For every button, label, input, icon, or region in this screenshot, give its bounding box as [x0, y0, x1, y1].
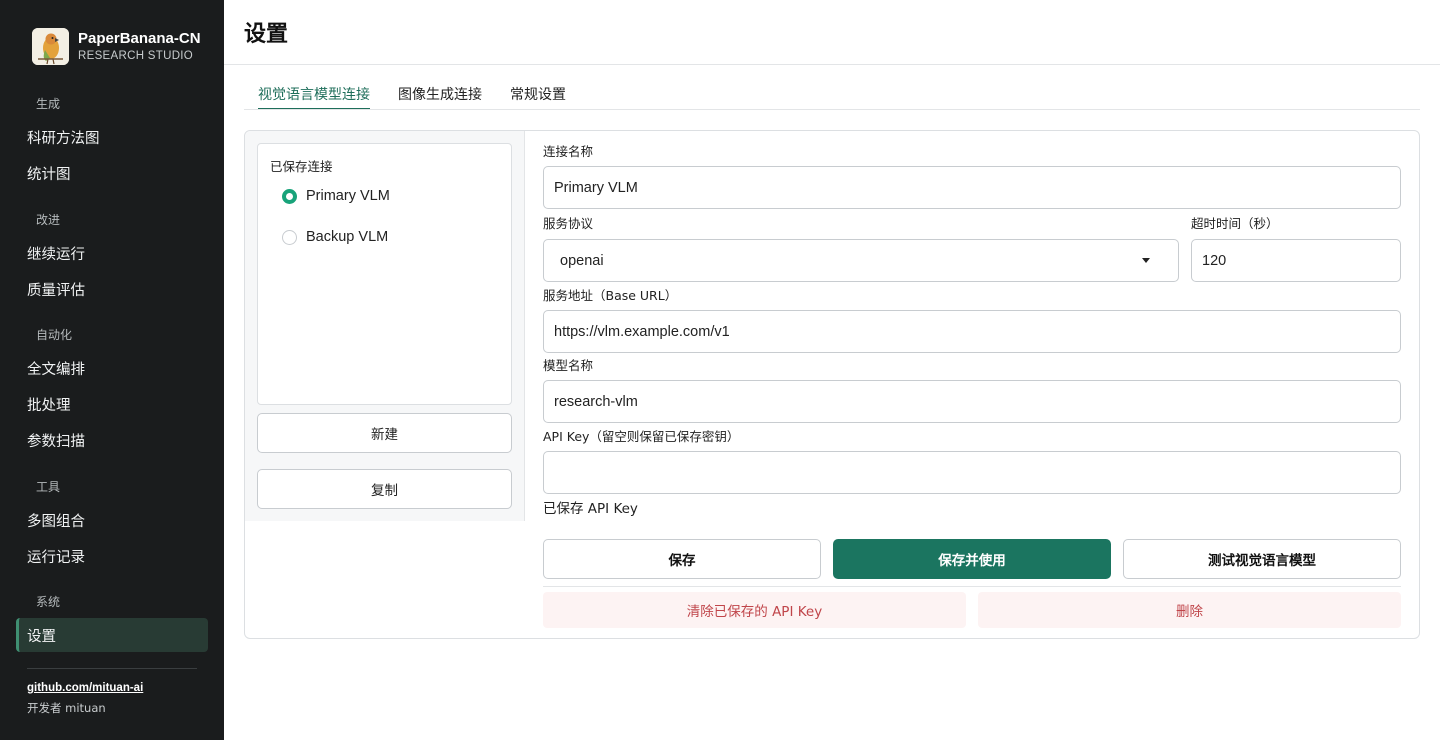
sidebar-item-multi-figure[interactable]: 多图组合 [16, 503, 208, 537]
nav-section-system: 系统 [36, 595, 61, 609]
test-vlm-button[interactable]: 测试视觉语言模型 [1123, 539, 1401, 579]
page-title: 设置 [244, 22, 289, 47]
radio-selected-icon[interactable] [282, 188, 297, 204]
base-url-label: 服务地址（Base URL） [543, 288, 678, 303]
brand-subtitle: RESEARCH STUDIO [78, 49, 194, 62]
sidebar-item-param-sweep[interactable]: 参数扫描 [16, 423, 208, 457]
protocol-selected-value: openai [560, 252, 604, 269]
sidebar-item-quality-eval[interactable]: 质量评估 [16, 272, 208, 306]
nav-section-automation: 自动化 [36, 328, 73, 342]
brand-title: PaperBanana-CN [78, 29, 201, 47]
saved-connections-column: 已保存连接 Primary VLM Backup VLM 新建 复制 [245, 131, 525, 521]
nav-section-improve: 改进 [36, 213, 61, 227]
header-divider [224, 64, 1440, 65]
sidebar-item-full-layout[interactable]: 全文编排 [16, 351, 208, 385]
timeout-label: 超时时间（秒） [1191, 216, 1279, 231]
saved-connections-list: 已保存连接 Primary VLM Backup VLM [257, 143, 512, 405]
protocol-select[interactable]: openai [543, 239, 1179, 282]
copy-connection-button[interactable]: 复制 [257, 469, 512, 509]
model-name-label: 模型名称 [543, 358, 594, 373]
radio-unselected-icon[interactable] [282, 229, 297, 245]
connection-option-backup[interactable]: Backup VLM [282, 229, 388, 245]
tab-image-generation-connection[interactable]: 图像生成连接 [398, 84, 482, 110]
settings-panel: 已保存连接 Primary VLM Backup VLM 新建 复制 连接名称 … [244, 130, 1420, 639]
tab-vlm-connection[interactable]: 视觉语言模型连接 [258, 84, 370, 110]
sidebar-item-run-log[interactable]: 运行记录 [16, 539, 208, 573]
sidebar: PaperBanana-CN RESEARCH STUDIO 生成 科研方法图 … [0, 0, 224, 740]
timeout-field[interactable]: 120 [1191, 239, 1401, 282]
save-and-use-button[interactable]: 保存并使用 [833, 539, 1111, 579]
saved-api-key-note: 已保存 API Key [543, 501, 638, 517]
sidebar-item-continue-run[interactable]: 继续运行 [16, 236, 208, 270]
connection-option-label: Primary VLM [306, 188, 390, 204]
developer-credit: 开发者 mituan [27, 701, 106, 715]
actions-divider [543, 586, 1401, 587]
nav-section-tools: 工具 [36, 480, 61, 494]
sidebar-item-settings[interactable]: 设置 [16, 618, 208, 652]
saved-connections-title: 已保存连接 [270, 159, 333, 174]
sidebar-item-statistical-chart[interactable]: 统计图 [16, 156, 208, 190]
github-link[interactable]: github.com/mituan-ai [27, 682, 143, 694]
clear-api-key-button[interactable]: 清除已保存的 API Key [543, 592, 966, 628]
protocol-label: 服务协议 [543, 216, 594, 231]
api-key-label: API Key（留空则保留已保存密钥） [543, 429, 740, 444]
brand: PaperBanana-CN RESEARCH STUDIO [32, 28, 201, 65]
connection-name-field[interactable]: Primary VLM [543, 166, 1401, 209]
new-connection-button[interactable]: 新建 [257, 413, 512, 453]
save-button[interactable]: 保存 [543, 539, 821, 579]
sidebar-item-method-figure[interactable]: 科研方法图 [16, 120, 208, 154]
model-name-field[interactable]: research-vlm [543, 380, 1401, 423]
sidebar-item-batch[interactable]: 批处理 [16, 387, 208, 421]
tab-general-settings[interactable]: 常规设置 [510, 84, 566, 110]
connection-option-label: Backup VLM [306, 229, 389, 245]
parrot-logo-icon [32, 28, 69, 65]
base-url-field[interactable]: https://vlm.example.com/v1 [543, 310, 1401, 353]
nav-section-generate: 生成 [36, 97, 61, 111]
api-key-field[interactable] [543, 451, 1401, 494]
tabs-divider [244, 109, 1420, 110]
connection-name-label: 连接名称 [543, 144, 594, 159]
sidebar-divider [27, 668, 197, 669]
connection-option-primary[interactable]: Primary VLM [282, 188, 390, 204]
chevron-down-icon [1142, 258, 1150, 263]
delete-connection-button[interactable]: 删除 [978, 592, 1401, 628]
